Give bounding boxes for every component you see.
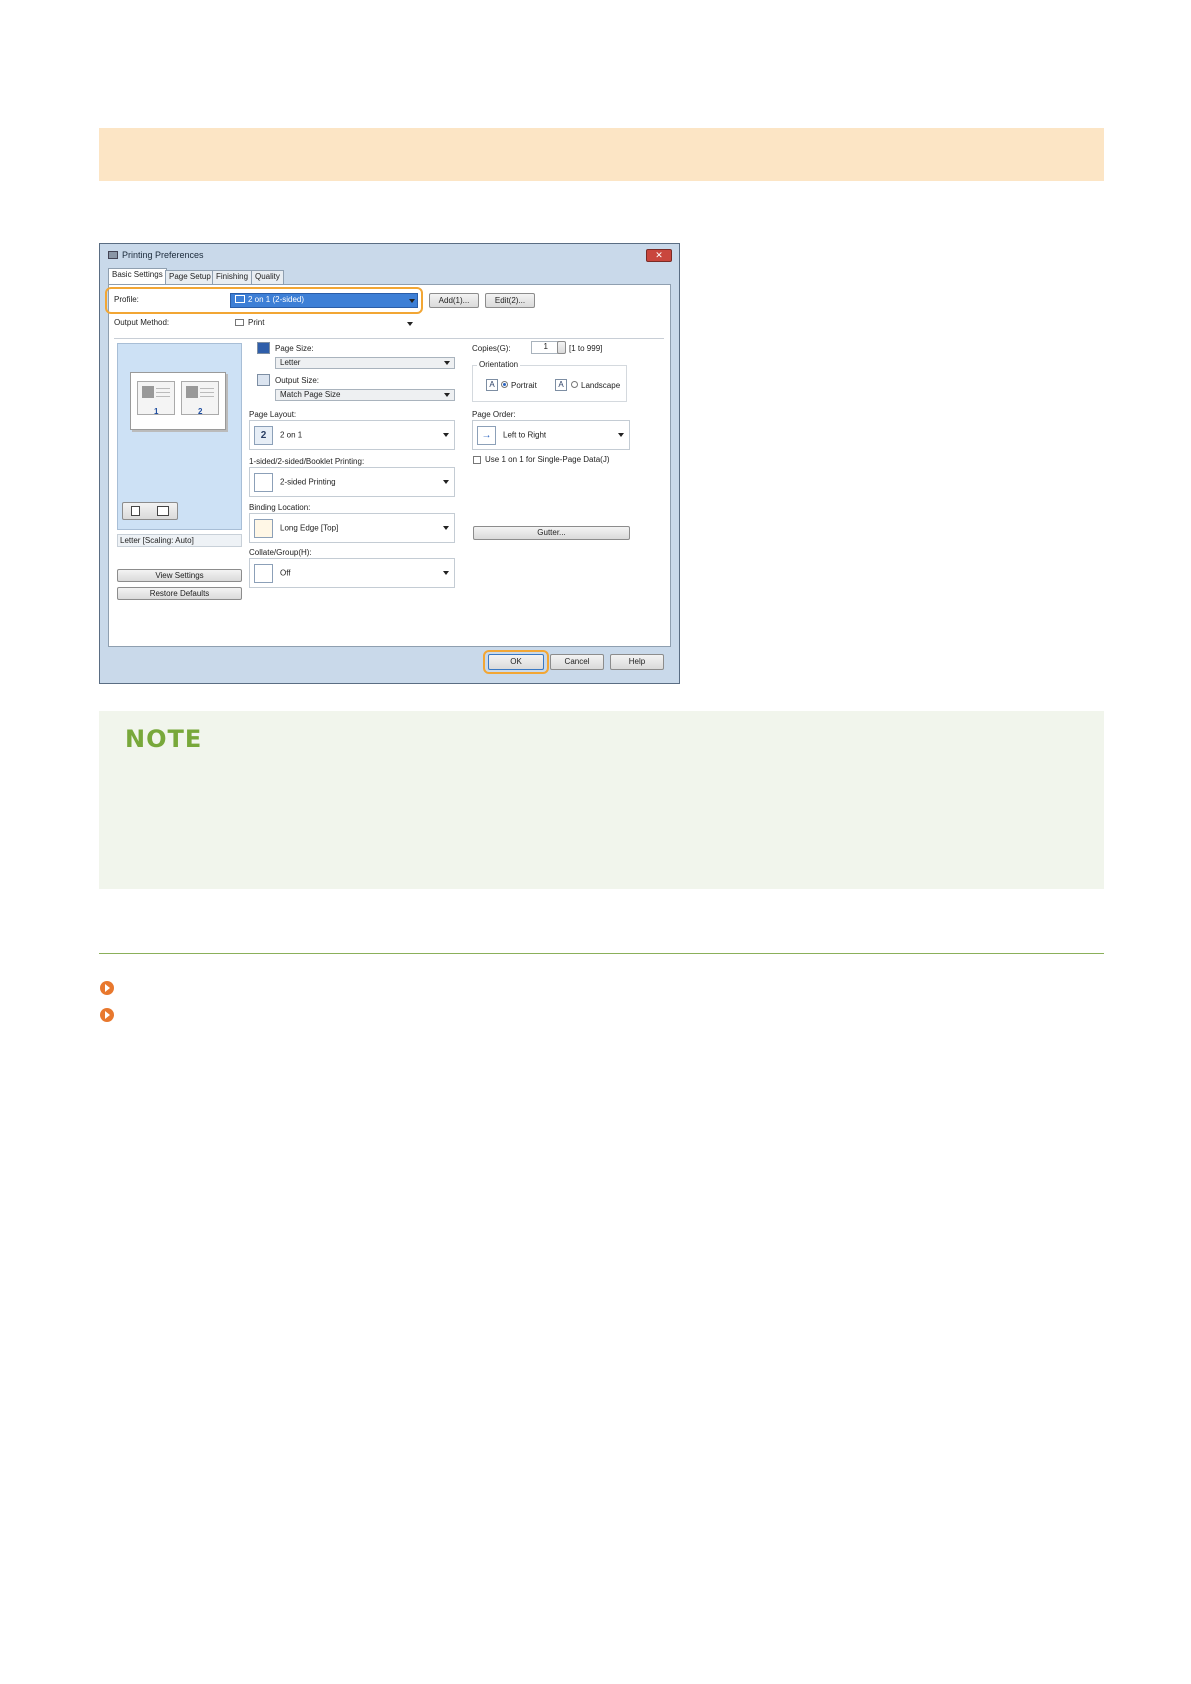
output-method-label: Output Method: <box>114 318 170 327</box>
duplex-select[interactable]: 2-sided Printing <box>249 467 455 497</box>
profile-select[interactable]: 2 on 1 (2-sided) <box>230 293 418 308</box>
portrait-label: Portrait <box>511 381 537 390</box>
preview-caption: Letter [Scaling: Auto] <box>117 534 242 547</box>
close-button[interactable]: ✕ <box>646 249 672 262</box>
orientation-label: Orientation <box>477 360 521 369</box>
profile-label: Profile: <box>114 295 139 304</box>
printing-preferences-dialog: Printing Preferences ✕ Basic Settings Pa… <box>99 243 680 684</box>
dialog-title: Printing Preferences <box>108 250 204 260</box>
output-size-label: Output Size: <box>275 376 320 385</box>
edit-icon <box>157 506 169 516</box>
basic-settings-panel: Profile: 2 on 1 (2-sided) Add(1)... Edit… <box>105 284 671 647</box>
tab-page-setup[interactable]: Page Setup <box>165 270 215 284</box>
gutter-button[interactable]: Gutter... <box>473 526 630 540</box>
cancel-button[interactable]: Cancel <box>550 654 604 670</box>
page-size-icon <box>257 342 270 354</box>
page-order-select[interactable]: → Left to Right <box>472 420 630 450</box>
single-page-checkbox[interactable] <box>473 456 481 464</box>
binding-location-label: Binding Location: <box>249 503 311 512</box>
page-icon <box>131 506 140 516</box>
tab-finishing[interactable]: Finishing <box>212 270 253 284</box>
preview-mode-toggle[interactable] <box>122 502 178 520</box>
link-bullet-icon[interactable] <box>100 981 114 995</box>
divider <box>114 338 664 339</box>
copies-input[interactable]: 1 <box>531 341 559 354</box>
output-method-select[interactable]: Print <box>230 316 418 331</box>
output-size-icon <box>257 374 270 386</box>
preview-page-2: 2 <box>181 381 219 416</box>
help-button[interactable]: Help <box>610 654 664 670</box>
link-bullet-icon[interactable] <box>100 1008 114 1022</box>
add-profile-button[interactable]: Add(1)... <box>429 293 479 308</box>
restore-defaults-button[interactable]: Restore Defaults <box>117 587 242 600</box>
collate-label: Collate/Group(H): <box>249 548 312 557</box>
page-layout-icon: 2 <box>254 426 273 445</box>
tab-basic-settings[interactable]: Basic Settings <box>108 268 167 284</box>
chevron-down-icon <box>407 321 413 326</box>
binding-icon <box>254 519 273 538</box>
header-band <box>99 128 1104 181</box>
preview-paper: 1 2 <box>130 372 226 430</box>
collate-icon <box>254 564 273 583</box>
landscape-label: Landscape <box>581 381 621 390</box>
portrait-radio[interactable] <box>501 381 508 388</box>
copies-range: [1 to 999] <box>569 344 603 353</box>
related-topics-divider <box>99 953 1104 954</box>
output-size-select[interactable]: Match Page Size <box>275 389 455 401</box>
chevron-down-icon <box>444 361 450 365</box>
edit-profile-button[interactable]: Edit(2)... <box>485 293 535 308</box>
single-page-label: Use 1 on 1 for Single-Page Data(J) <box>485 455 610 464</box>
duplex-icon <box>254 473 273 492</box>
chevron-down-icon <box>443 526 449 530</box>
note-box: NOTE <box>99 711 1104 889</box>
chevron-down-icon <box>444 393 450 397</box>
chevron-down-icon <box>409 298 415 303</box>
landscape-radio[interactable] <box>571 381 578 388</box>
arrow-right-icon: → <box>477 426 496 445</box>
note-title: NOTE <box>125 725 203 753</box>
page-layout-select[interactable]: 22 on 1 <box>249 420 455 450</box>
binding-location-select[interactable]: Long Edge [Top] <box>249 513 455 543</box>
profile-dropdown-arrow[interactable] <box>405 293 419 308</box>
layout-preview: 1 2 <box>117 343 242 530</box>
copies-label: Copies(G): <box>472 344 511 353</box>
chevron-down-icon <box>443 433 449 437</box>
view-settings-button[interactable]: View Settings <box>117 569 242 582</box>
ok-button[interactable]: OK <box>488 654 544 670</box>
collate-select[interactable]: Off <box>249 558 455 588</box>
page-layout-label: Page Layout: <box>249 410 297 419</box>
tab-quality[interactable]: Quality <box>251 270 284 284</box>
page-size-label: Page Size: <box>275 344 314 353</box>
portrait-icon: A <box>486 379 498 391</box>
chevron-down-icon <box>618 433 624 437</box>
landscape-icon: A <box>555 379 567 391</box>
duplex-label: 1-sided/2-sided/Booklet Printing: <box>249 457 365 466</box>
profile-edit-icon <box>235 295 245 303</box>
print-icon <box>235 319 244 326</box>
page-order-label: Page Order: <box>472 410 516 419</box>
preview-page-1: 1 <box>137 381 175 416</box>
page-size-select[interactable]: Letter <box>275 357 455 369</box>
chevron-down-icon <box>443 480 449 484</box>
copies-spinner[interactable] <box>557 341 566 354</box>
printer-icon <box>108 251 118 259</box>
chevron-down-icon <box>443 571 449 575</box>
